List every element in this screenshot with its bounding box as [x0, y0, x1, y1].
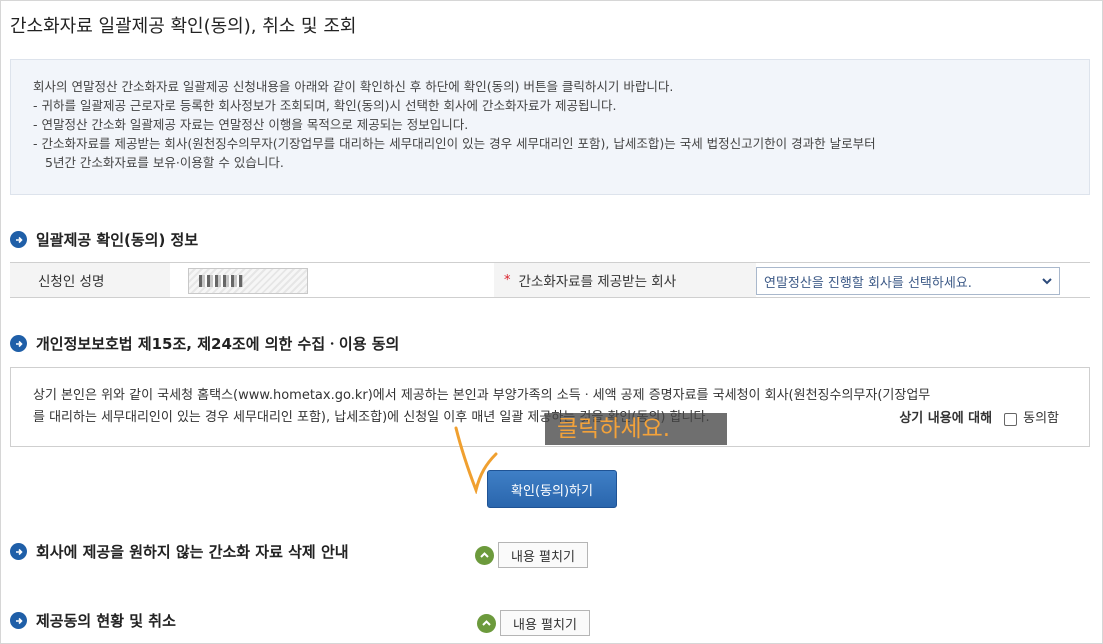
status-section-title: 제공동의 현황 및 취소	[36, 612, 176, 630]
info-section-title: 일괄제공 확인(동의) 정보	[36, 231, 199, 249]
chevron-up-circle-icon[interactable]	[477, 613, 496, 633]
arrow-right-circle-icon	[10, 335, 27, 352]
notice-line: 회사의 연말정산 간소화자료 일괄제공 신청내용을 아래와 같이 확인하신 후 …	[33, 79, 674, 94]
consent-text-line: 상기 본인은 위와 같이 국세청 홈택스(www.hometax.go.kr)에…	[33, 388, 931, 403]
required-mark: *	[504, 272, 511, 288]
notice-line: 5년간 간소화자료를 보유·이용할 수 있습니다.	[45, 155, 284, 170]
notice-box: 회사의 연말정산 간소화자료 일괄제공 신청내용을 아래와 같이 확인하신 후 …	[10, 59, 1090, 195]
deletion-expand-button[interactable]: 내용 펼치기	[498, 542, 588, 568]
info-row: 신청인 성명 * 간소화자료를 제공받는 회사 연말정산을 진행할 회사를 선택…	[10, 262, 1090, 298]
notice-line: - 간소화자료를 제공받는 회사(원천징수의무자(기장업무를 대리하는 세무대리…	[33, 136, 876, 151]
agree-control: 상기 내용에 대해 동의함	[899, 408, 1059, 430]
click-callout: 클릭하세요.	[545, 413, 727, 445]
consent-section-title: 개인정보보호법 제15조, 제24조에 의한 수집ㆍ이용 동의	[36, 335, 400, 353]
arrow-right-circle-icon	[10, 612, 27, 629]
notice-line: - 귀하를 일괄제공 근로자로 등록한 회사정보가 조회되며, 확인(동의)시 …	[33, 98, 617, 113]
applicant-name-label: 신청인 성명	[10, 263, 170, 297]
agree-checkbox-label[interactable]: 동의함	[1023, 408, 1059, 430]
notice-line: - 연말정산 간소화 일괄제공 자료는 연말정산 이행을 목적으로 제공되는 정…	[33, 117, 469, 132]
chevron-down-icon	[1042, 278, 1052, 285]
status-expand-button[interactable]: 내용 펼치기	[500, 610, 590, 636]
chevron-up-circle-icon[interactable]	[475, 545, 494, 565]
company-select-value: 연말정산을 진행할 회사를 선택하세요.	[764, 275, 972, 291]
company-label-text: 간소화자료를 제공받는 회사	[518, 274, 677, 290]
deletion-section-title: 회사에 제공을 원하지 않는 간소화 자료 삭제 안내	[36, 543, 349, 561]
deletion-toggle[interactable]: 내용 펼치기	[475, 542, 588, 568]
status-toggle[interactable]: 내용 펼치기	[477, 610, 590, 636]
arrow-right-circle-icon	[10, 231, 27, 248]
company-select[interactable]: 연말정산을 진행할 회사를 선택하세요.	[756, 267, 1060, 295]
status-section-heading: 제공동의 현황 및 취소	[10, 610, 176, 631]
deletion-section-heading: 회사에 제공을 원하지 않는 간소화 자료 삭제 안내	[10, 541, 349, 562]
masked-name	[199, 275, 243, 287]
consent-section-heading: 개인정보보호법 제15조, 제24조에 의한 수집ㆍ이용 동의	[10, 333, 399, 354]
agree-checkbox[interactable]	[1004, 412, 1018, 426]
agree-prefix: 상기 내용에 대해	[899, 411, 993, 426]
info-section-heading: 일괄제공 확인(동의) 정보	[10, 229, 198, 250]
arrow-right-circle-icon	[10, 543, 27, 560]
applicant-name-field	[188, 268, 308, 294]
confirm-agree-button[interactable]: 확인(동의)하기	[487, 470, 617, 508]
page-title: 간소화자료 일괄제공 확인(동의), 취소 및 조회	[10, 16, 357, 37]
company-label: * 간소화자료를 제공받는 회사	[494, 263, 756, 297]
